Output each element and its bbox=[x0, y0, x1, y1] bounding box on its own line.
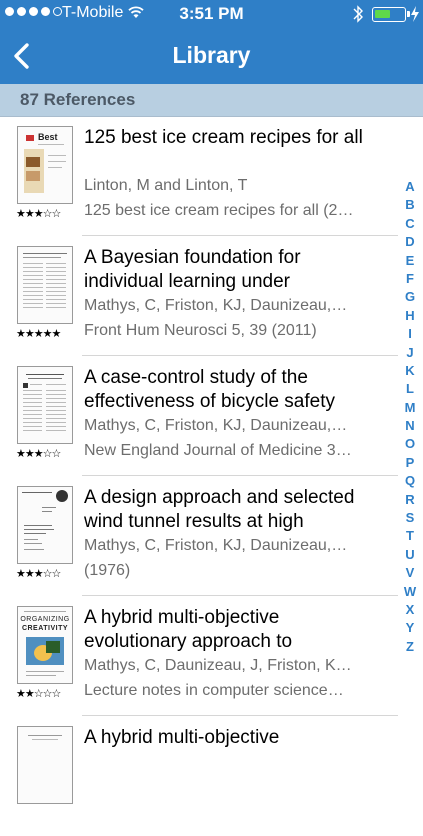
index-letter-u[interactable]: U bbox=[398, 546, 422, 564]
index-letter-g[interactable]: G bbox=[398, 288, 422, 306]
reference-row[interactable]: ★★★☆☆ A case-control study of the effect… bbox=[0, 356, 423, 476]
reference-source: 125 best ice cream recipes for all (2… bbox=[84, 202, 354, 219]
index-letter-m[interactable]: M bbox=[398, 399, 422, 417]
reference-authors: Linton, M and Linton, T bbox=[84, 177, 248, 194]
reference-authors: Mathys, C, Daunizeau, J, Friston, K… bbox=[84, 657, 352, 674]
index-letter-k[interactable]: K bbox=[398, 362, 422, 380]
cover-thumbnail bbox=[17, 726, 73, 804]
battery-icon bbox=[372, 7, 406, 22]
reference-row[interactable]: ★★★★★ A Bayesian foundation for individu… bbox=[0, 236, 423, 356]
rating-stars: ★★★☆☆ bbox=[16, 447, 61, 460]
index-letter-l[interactable]: L bbox=[398, 380, 422, 398]
reference-title: A hybrid multi-objective bbox=[84, 727, 280, 748]
cover-thumbnail: ORGANIZING CREATIVITY bbox=[17, 606, 73, 684]
alphabet-index[interactable]: ABCDEFGHIJKLMNOPQRSTUVWXYZ bbox=[398, 178, 422, 656]
reference-authors: Mathys, C, Friston, KJ, Daunizeau,… bbox=[84, 417, 348, 434]
reference-title: A design approach and selected wind tunn… bbox=[84, 487, 355, 532]
cover-text: CREATIVITY bbox=[21, 625, 69, 632]
index-letter-w[interactable]: W bbox=[398, 583, 422, 601]
index-letter-a[interactable]: A bbox=[398, 178, 422, 196]
battery-level bbox=[375, 10, 390, 18]
index-letter-o[interactable]: O bbox=[398, 435, 422, 453]
page-title: Library bbox=[172, 42, 251, 68]
section-header: 87 References bbox=[0, 84, 423, 117]
cover-thumbnail bbox=[17, 246, 73, 324]
index-letter-n[interactable]: N bbox=[398, 417, 422, 435]
reference-authors: Mathys, C, Friston, KJ, Daunizeau,… bbox=[84, 297, 348, 314]
reference-authors: Mathys, C, Friston, KJ, Daunizeau,… bbox=[84, 537, 348, 554]
index-letter-h[interactable]: H bbox=[398, 307, 422, 325]
reference-title: A hybrid multi-objective evolutionary ap… bbox=[84, 607, 293, 652]
reference-row[interactable]: ORGANIZING CREATIVITY ★★☆☆☆ A hybrid mul… bbox=[0, 596, 423, 716]
rating-stars: ★★☆☆☆ bbox=[16, 687, 61, 700]
bluetooth-icon bbox=[353, 5, 363, 23]
cover-thumbnail bbox=[17, 366, 73, 444]
index-letter-e[interactable]: E bbox=[398, 252, 422, 270]
reference-source: Front Hum Neurosci 5, 39 (2011) bbox=[84, 322, 317, 339]
charging-icon bbox=[411, 6, 419, 22]
index-letter-y[interactable]: Y bbox=[398, 619, 422, 637]
reference-row[interactable]: A hybrid multi-objective bbox=[0, 716, 423, 836]
reference-title: 125 best ice cream recipes for all bbox=[84, 127, 363, 148]
index-letter-i[interactable]: I bbox=[398, 325, 422, 343]
index-letter-c[interactable]: C bbox=[398, 215, 422, 233]
status-bar: T-Mobile 3:51 PM bbox=[0, 0, 423, 30]
index-letter-t[interactable]: T bbox=[398, 527, 422, 545]
reference-count: 87 References bbox=[20, 90, 136, 109]
index-letter-z[interactable]: Z bbox=[398, 638, 422, 656]
index-letter-d[interactable]: D bbox=[398, 233, 422, 251]
navigation-bar: Library bbox=[0, 30, 423, 82]
reference-source: Lecture notes in computer science… bbox=[84, 682, 344, 699]
cover-text: ORGANIZING bbox=[20, 616, 70, 623]
rating-stars: ★★★☆☆ bbox=[16, 207, 61, 220]
cover-text: Best bbox=[38, 132, 58, 142]
reference-source: New England Journal of Medicine 3… bbox=[84, 442, 352, 459]
reference-list[interactable]: Best ★★★☆☆ 125 best ice cream recipes fo… bbox=[0, 116, 423, 836]
index-letter-b[interactable]: B bbox=[398, 196, 422, 214]
index-letter-v[interactable]: V bbox=[398, 564, 422, 582]
reference-row[interactable]: Best ★★★☆☆ 125 best ice cream recipes fo… bbox=[0, 116, 423, 236]
rating-stars: ★★★☆☆ bbox=[16, 567, 61, 580]
reference-title: A case-control study of the effectivenes… bbox=[84, 367, 335, 412]
index-letter-q[interactable]: Q bbox=[398, 472, 422, 490]
reference-title: A Bayesian foundation for individual lea… bbox=[84, 247, 301, 292]
index-letter-s[interactable]: S bbox=[398, 509, 422, 527]
index-letter-r[interactable]: R bbox=[398, 491, 422, 509]
reference-source: (1976) bbox=[84, 562, 131, 579]
rating-stars: ★★★★★ bbox=[16, 327, 61, 340]
reference-row[interactable]: ★★★☆☆ A design approach and selected win… bbox=[0, 476, 423, 596]
cover-thumbnail: Best bbox=[17, 126, 73, 204]
index-letter-f[interactable]: F bbox=[398, 270, 422, 288]
cover-thumbnail bbox=[17, 486, 73, 564]
index-letter-j[interactable]: J bbox=[398, 344, 422, 362]
index-letter-p[interactable]: P bbox=[398, 454, 422, 472]
index-letter-x[interactable]: X bbox=[398, 601, 422, 619]
